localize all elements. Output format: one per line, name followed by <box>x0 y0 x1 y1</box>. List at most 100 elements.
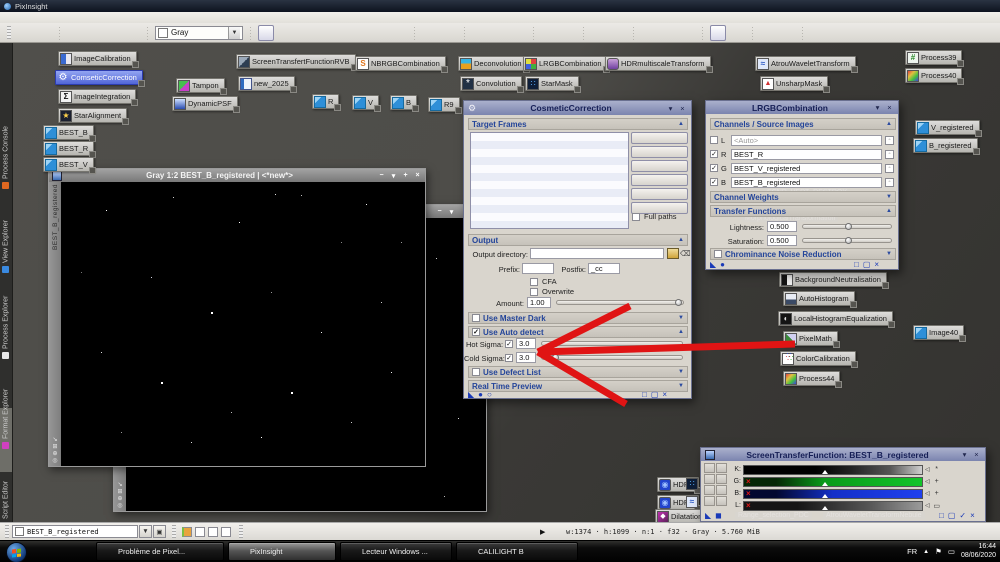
use-defect-list-section[interactable]: Use Defect List ▼ <box>468 366 688 378</box>
section-collapse-icon[interactable]: ▲ <box>678 329 684 335</box>
workspace-tab-1[interactable] <box>182 526 192 537</box>
cosmetic-titlebar[interactable]: ⚙ CosmeticCorrection ▾ × <box>464 101 691 115</box>
toolbar-icon[interactable] <box>441 25 457 41</box>
toolbar-icon[interactable] <box>810 25 826 41</box>
reset-icon[interactable]: × <box>662 390 667 399</box>
use-defect-list-checkbox[interactable] <box>472 368 480 376</box>
stf-channel-bar[interactable]: × <box>743 476 923 487</box>
output-section[interactable]: Output ▲ <box>468 234 688 246</box>
toolbar-icon[interactable] <box>560 25 576 41</box>
stf-reset-channel-icon[interactable]: ◁ <box>925 490 930 497</box>
cold-sigma-checkbox[interactable] <box>505 354 513 362</box>
process-icon[interactable]: LocalHistogramEqualization <box>778 311 895 328</box>
toolbar-icon[interactable] <box>779 25 795 41</box>
channel-checkbox[interactable] <box>710 178 718 186</box>
stf-reset-channel-icon[interactable]: ◁ <box>925 478 930 485</box>
channel-image-field[interactable]: BEST_R <box>731 148 882 160</box>
toolbar-icon[interactable] <box>67 25 83 41</box>
clock[interactable]: 16:44 08/06/2020 <box>961 543 996 561</box>
hot-sigma-knob[interactable] <box>551 340 559 347</box>
process-icon[interactable]: Process39 <box>905 50 965 67</box>
stf-midtone-marker[interactable] <box>822 469 829 474</box>
process-icon[interactable]: Convolution <box>460 76 524 93</box>
process-icon[interactable]: ScreenTransfertFunctionRVB <box>236 54 358 71</box>
image-selector-dropdown[interactable]: ▼ <box>139 525 152 538</box>
output-directory-field[interactable] <box>530 248 664 259</box>
image-window-main[interactable]: Gray 1:2 BEST_B_registered | <*new*> − ▾… <box>48 168 426 467</box>
process-icon[interactable]: Process44 <box>783 371 843 388</box>
stf-channel-bar[interactable]: × <box>743 500 923 511</box>
lrgb-titlebar[interactable]: LRGBCombination ▾ × <box>706 101 898 114</box>
process-icon[interactable]: StarAlignment <box>58 108 130 125</box>
stf-channel-option-icon[interactable]: + <box>932 490 942 497</box>
stf-channel-option-icon[interactable]: ▭ <box>932 502 942 510</box>
channel-image-field[interactable]: BEST_B_registered <box>731 176 882 188</box>
browse-documentation-icon[interactable]: □ <box>939 511 944 520</box>
process-icon[interactable]: ComseticCorrection <box>55 70 145 87</box>
toolbar-icon[interactable] <box>710 24 726 41</box>
folder-browse-icon[interactable] <box>667 248 679 259</box>
target-frames-button[interactable] <box>631 174 688 186</box>
toolbar-icon[interactable] <box>472 25 488 41</box>
process-icon[interactable]: ImageCalibration <box>58 51 139 68</box>
stf-tool-icon[interactable] <box>704 485 715 495</box>
stf-channel-option-icon[interactable]: + <box>932 478 942 485</box>
cold-sigma-knob[interactable] <box>551 354 559 361</box>
close-icon[interactable]: × <box>678 104 687 113</box>
target-frames-button[interactable] <box>631 188 688 200</box>
stf-reset-channel-icon[interactable]: ◁ <box>925 466 930 473</box>
taskbar-button[interactable]: Lecteur Windows ... <box>340 542 452 561</box>
iconize-icon[interactable]: ▾ <box>447 208 456 216</box>
toolbar-icon[interactable] <box>422 25 438 41</box>
workspace-tab-3[interactable] <box>208 526 218 537</box>
section-collapse-icon[interactable]: ▲ <box>678 121 684 127</box>
reset-icon[interactable]: × <box>970 511 975 520</box>
toolbar-icon[interactable] <box>391 25 407 41</box>
process-icon[interactable]: Process40 <box>905 68 965 85</box>
hot-sigma-slider[interactable] <box>541 340 683 347</box>
toolbar-icon[interactable] <box>124 25 140 41</box>
process-icon[interactable]: Deconvolution <box>458 56 530 73</box>
toolbar-icon[interactable] <box>610 25 626 41</box>
toolbar-icon[interactable] <box>353 25 369 41</box>
lightness-knob[interactable] <box>845 223 853 230</box>
toolbar-icon[interactable] <box>760 25 776 41</box>
stf-tool-icon[interactable] <box>716 463 727 473</box>
stf-channel-option-icon[interactable]: * <box>932 466 942 473</box>
amount-slider-knob[interactable] <box>675 299 682 306</box>
iconize-icon[interactable]: ▾ <box>960 450 969 459</box>
toolbar-grip[interactable] <box>7 26 11 39</box>
browse-documentation-icon[interactable]: □ <box>854 260 859 269</box>
iconize-icon[interactable]: ▾ <box>873 103 882 112</box>
browse-documentation-icon[interactable]: □ <box>642 390 647 399</box>
new-instance-icon[interactable]: ◣ <box>468 390 474 399</box>
image-window-titlebar[interactable]: Gray 1:2 BEST_B_registered | <*new*> − ▾… <box>49 169 425 182</box>
workspace-tab-2[interactable] <box>195 526 205 537</box>
process-icon[interactable]: AtrouWaveletTransform <box>755 56 858 73</box>
toolbar-icon[interactable] <box>36 25 52 41</box>
start-button[interactable] <box>6 542 27 562</box>
lrgb-combination-dialog[interactable]: LRGBCombination ▾ × Channels / Source Im… <box>705 100 899 270</box>
stf-midtone-marker[interactable] <box>822 493 829 498</box>
toolbar-icon[interactable] <box>591 25 607 41</box>
toolbar-icon[interactable] <box>277 25 293 41</box>
close-icon[interactable]: × <box>972 450 981 459</box>
display-icon[interactable]: ▭ <box>948 547 955 556</box>
hot-sigma-field[interactable]: 3.0 <box>516 338 536 349</box>
apply-icon[interactable]: ● <box>478 390 483 399</box>
toolbar-icon[interactable] <box>296 25 312 41</box>
iconize-icon[interactable]: ▾ <box>666 104 675 113</box>
overwrite-checkbox[interactable] <box>530 287 538 296</box>
saturation-field[interactable]: 0.500 <box>767 235 797 246</box>
saturation-slider[interactable] <box>802 237 892 244</box>
hot-sigma-checkbox[interactable] <box>505 340 513 348</box>
lightness-field[interactable]: 0.500 <box>767 221 797 232</box>
process-icon[interactable]: R9 <box>428 97 462 114</box>
use-auto-detect-checkbox[interactable] <box>472 328 480 336</box>
play-icon[interactable]: ▶ <box>540 528 545 536</box>
cfa-checkbox[interactable] <box>530 277 538 286</box>
auto-stretch-icon[interactable]: ✓ <box>959 511 966 520</box>
apply-icon[interactable]: ◼ <box>715 511 722 520</box>
edit-instance-source-icon[interactable]: ▢ <box>651 390 659 399</box>
chevron-down-icon[interactable]: ▼ <box>228 26 240 39</box>
